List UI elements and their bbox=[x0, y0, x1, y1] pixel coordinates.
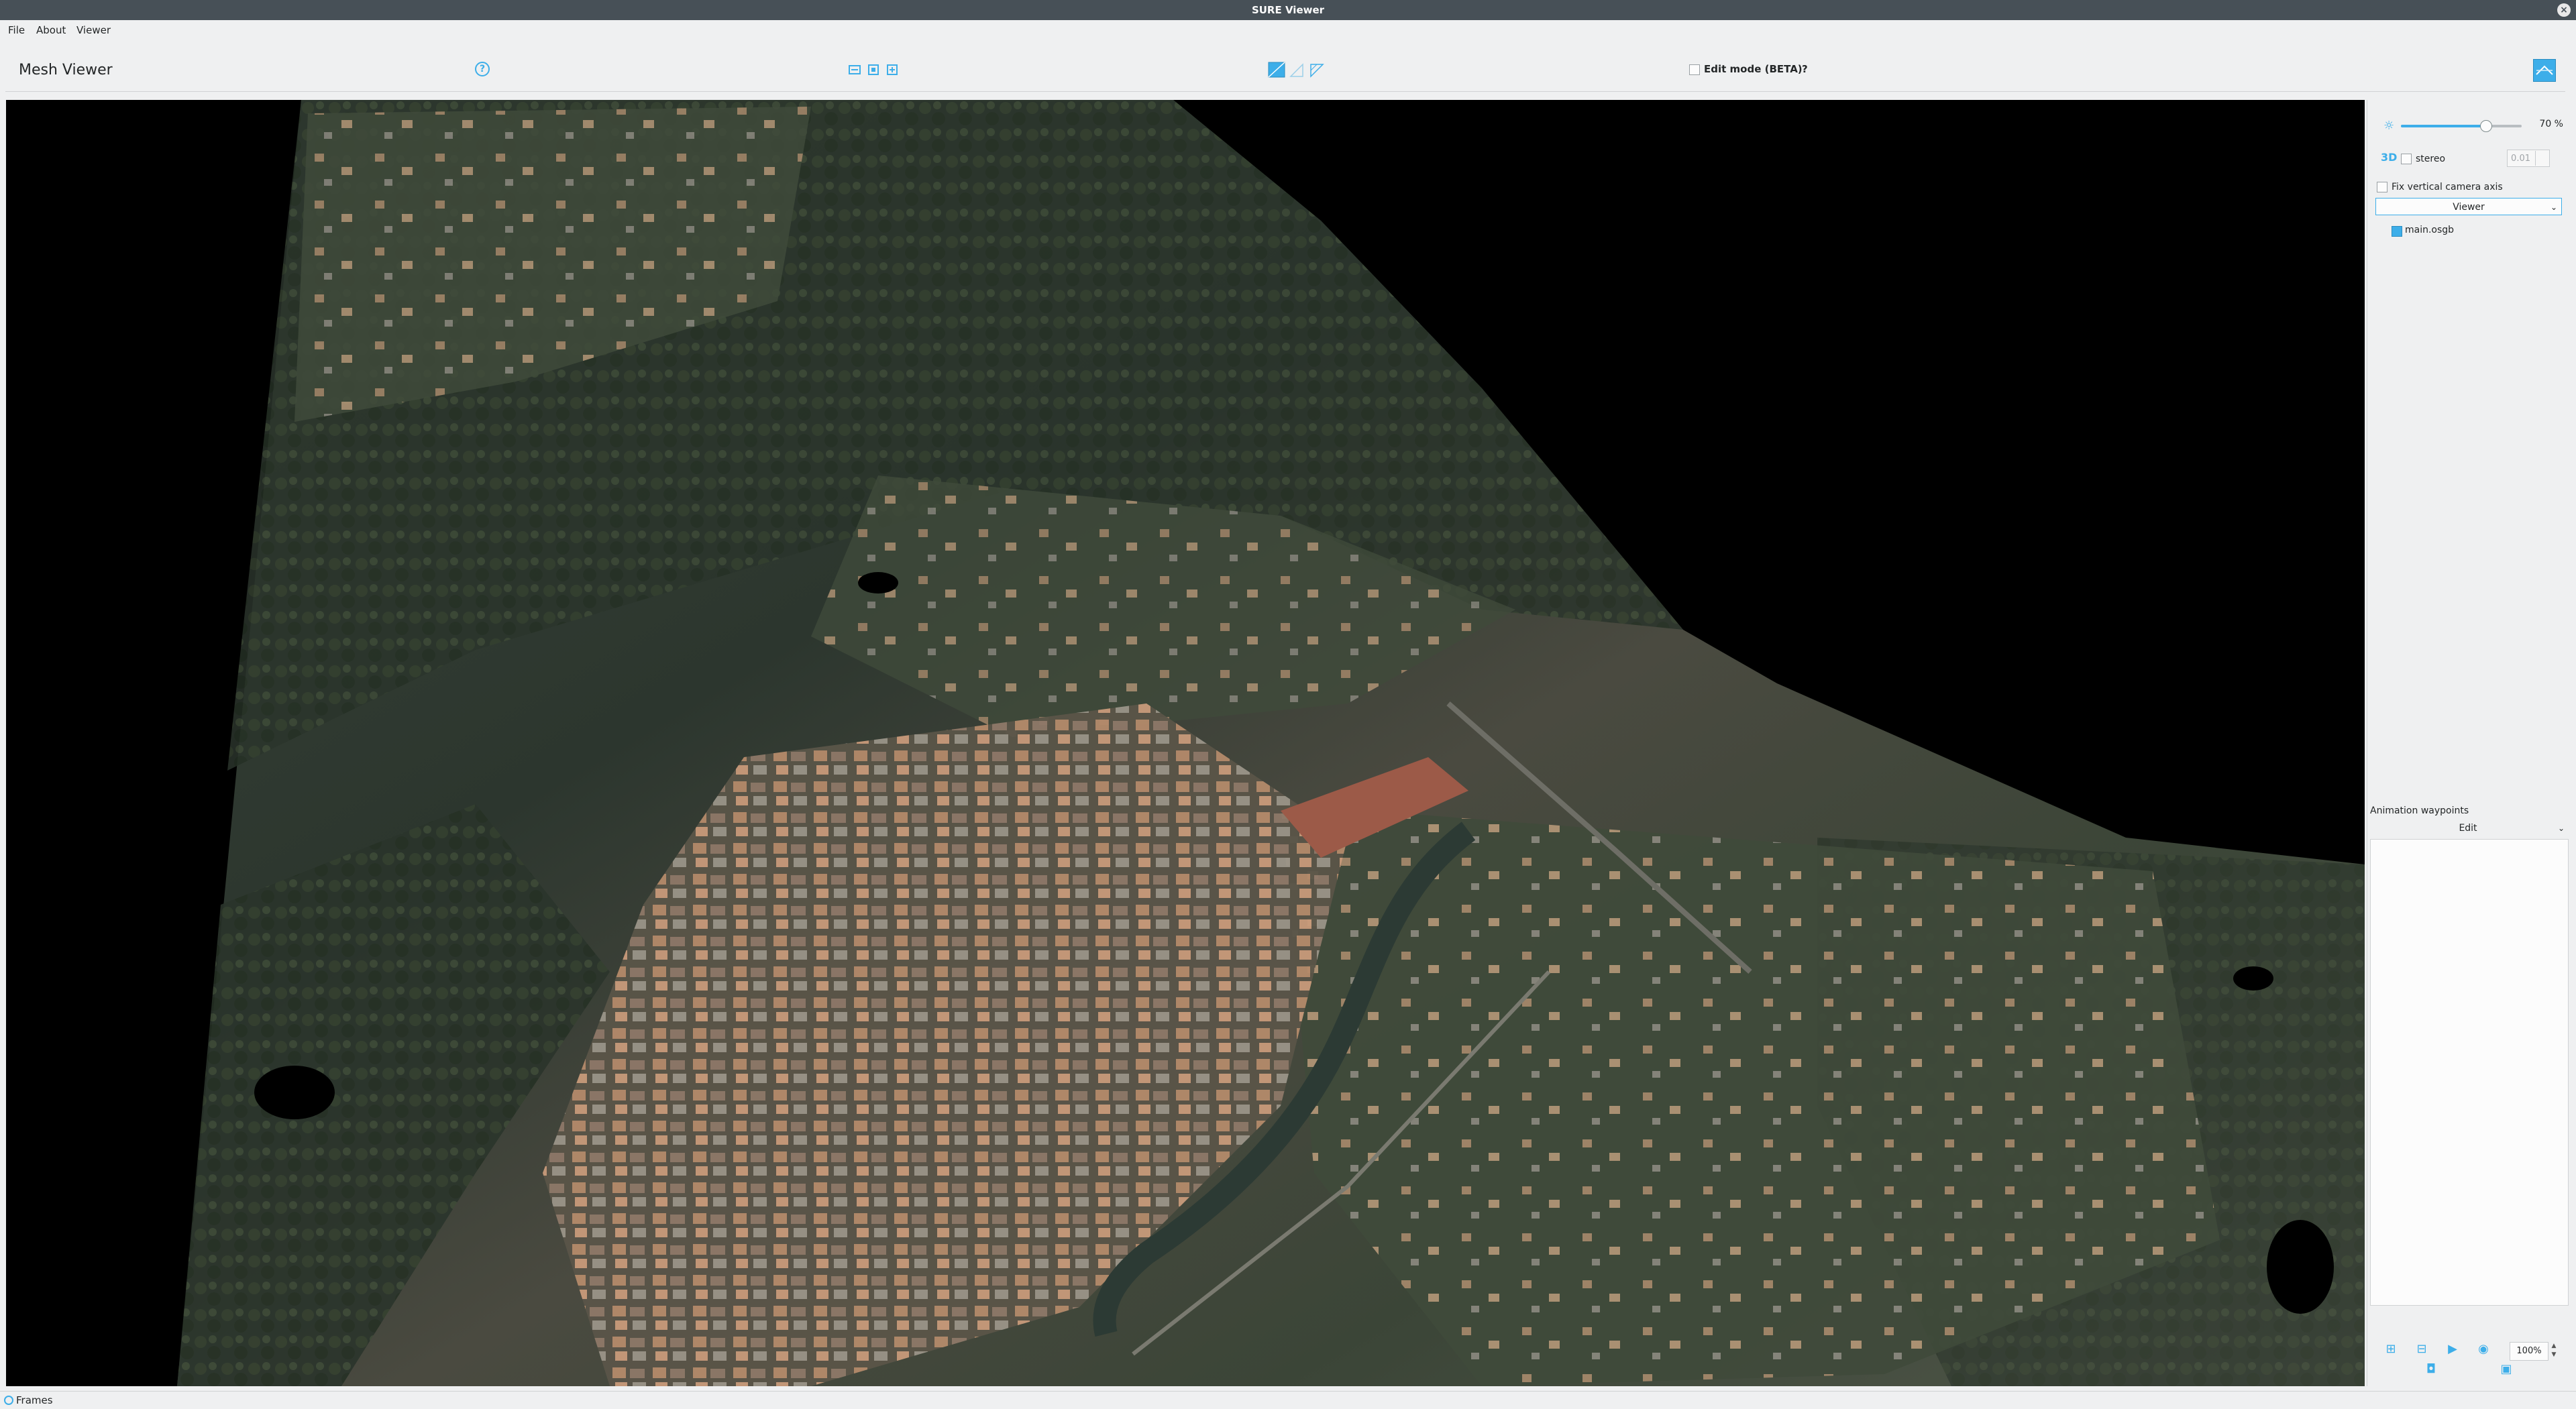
fix-vertical-axis-checkbox[interactable] bbox=[2377, 182, 2387, 192]
stereo-3d-icon: 3D bbox=[2381, 151, 2398, 164]
record-icon[interactable]: ◉ bbox=[2476, 1342, 2491, 1357]
edit-mode-help[interactable]: ? bbox=[1802, 63, 1808, 75]
scene-tree-item-label: main.osgb bbox=[2405, 225, 2455, 235]
toolbar: Mesh Viewer ? Edit mode (BETA) ? bbox=[5, 48, 2565, 92]
opacity-slider[interactable] bbox=[2401, 120, 2522, 132]
page-title: Mesh Viewer bbox=[19, 62, 113, 78]
layers-toggle-button[interactable] bbox=[2533, 59, 2556, 82]
fit-selection-icon[interactable] bbox=[885, 63, 899, 76]
remove-waypoint-icon[interactable]: ⊟ bbox=[2414, 1342, 2429, 1357]
animation-waypoints-title: Animation waypoints bbox=[2370, 805, 2469, 816]
render-wireframe-icon[interactable] bbox=[1309, 63, 1324, 78]
help-icon[interactable]: ? bbox=[475, 62, 490, 76]
brightness-icon: ☼ bbox=[2383, 119, 2395, 133]
edit-mode-checkbox[interactable] bbox=[1689, 64, 1700, 75]
mesh-render bbox=[6, 100, 2365, 1386]
animation-mode-value: Edit bbox=[2459, 823, 2477, 834]
menu-viewer[interactable]: Viewer bbox=[76, 24, 111, 36]
menu-file[interactable]: File bbox=[8, 24, 25, 36]
opacity-slider-thumb[interactable] bbox=[2480, 120, 2492, 132]
frames-label: Frames bbox=[16, 1394, 53, 1406]
frames-icon bbox=[4, 1396, 13, 1405]
view-mode-select[interactable]: Viewer ⌄ bbox=[2375, 198, 2562, 215]
add-waypoint-icon[interactable]: ⊞ bbox=[2383, 1342, 2398, 1357]
speed-input[interactable]: 100% bbox=[2510, 1342, 2548, 1361]
stereo-checkbox[interactable] bbox=[2401, 154, 2412, 164]
title-bar: SURE Viewer × bbox=[0, 0, 2576, 20]
mesh-viewport[interactable] bbox=[6, 100, 2365, 1386]
menu-about[interactable]: About bbox=[36, 24, 66, 36]
waypoint-list[interactable] bbox=[2370, 839, 2569, 1306]
close-icon[interactable]: × bbox=[2557, 3, 2571, 17]
menu-bar: File About Viewer bbox=[0, 20, 2576, 40]
stereo-distance-stepper[interactable] bbox=[2535, 151, 2549, 166]
chevron-down-icon: ⌄ bbox=[2550, 203, 2557, 212]
opacity-value: 70 % bbox=[2539, 119, 2563, 129]
layer-visibility-checkbox[interactable] bbox=[2392, 226, 2402, 237]
status-bar: Frames bbox=[0, 1391, 2576, 1409]
fit-all-icon[interactable] bbox=[867, 63, 880, 76]
stereo-label: stereo bbox=[2416, 154, 2446, 164]
fit-width-icon[interactable] bbox=[848, 63, 861, 76]
speed-stepper[interactable]: ▲ ▼ bbox=[2548, 1342, 2559, 1359]
render-textured-icon[interactable] bbox=[1268, 62, 1285, 78]
screenshot-icon[interactable]: ▣ bbox=[2499, 1362, 2514, 1377]
play-icon[interactable]: ▶ bbox=[2445, 1342, 2460, 1357]
animation-mode-select[interactable]: Edit ⌄ bbox=[2367, 820, 2569, 836]
view-mode-value: Viewer bbox=[2453, 202, 2485, 213]
edit-mode-label: Edit mode (BETA) bbox=[1704, 63, 1803, 75]
side-panel: ☼ 70 % 3D stereo 0.01 Fix vertical camer… bbox=[2367, 100, 2571, 1386]
fix-vertical-axis-label: Fix vertical camera axis bbox=[2392, 182, 2503, 192]
render-shaded-icon[interactable] bbox=[1289, 63, 1304, 78]
opacity-slider-fill bbox=[2401, 125, 2485, 127]
chevron-down-icon: ⌄ bbox=[2557, 824, 2565, 833]
window-title: SURE Viewer bbox=[1251, 4, 1325, 16]
camera-icon[interactable]: ◘ bbox=[2424, 1362, 2438, 1377]
map-icon bbox=[2536, 65, 2553, 75]
